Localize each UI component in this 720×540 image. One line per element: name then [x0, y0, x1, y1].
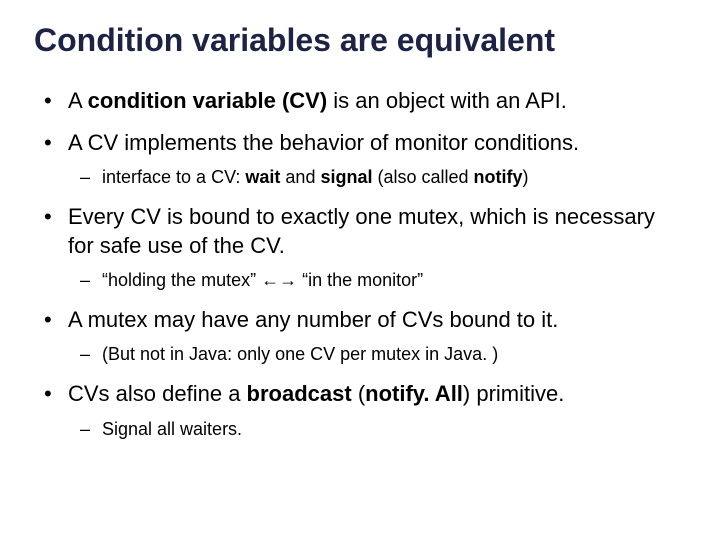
- text: is an object with an API.: [327, 88, 567, 113]
- text: A mutex may have any number of CVs bound…: [68, 307, 558, 332]
- text-bold: broadcast: [247, 381, 352, 406]
- text-bold: condition variable (CV): [88, 88, 328, 113]
- text-bold: notify. All: [365, 381, 463, 406]
- sub-item: “holding the mutex” ←→ “in the monitor”: [68, 268, 686, 292]
- text: (: [352, 381, 365, 406]
- bullet-item: CVs also define a broadcast (notify. All…: [34, 380, 686, 440]
- sub-item: (But not in Java: only one CV per mutex …: [68, 342, 686, 366]
- bullet-item: A condition variable (CV) is an object w…: [34, 87, 686, 115]
- sub-list: (But not in Java: only one CV per mutex …: [68, 342, 686, 366]
- text: ): [523, 167, 529, 187]
- text: ) primitive.: [463, 381, 564, 406]
- text-bold: wait: [245, 167, 280, 187]
- text: “holding the mutex” ←→ “in the monitor”: [102, 270, 423, 290]
- sub-item: Signal all waiters.: [68, 417, 686, 441]
- text: (also called: [372, 167, 473, 187]
- text: interface to a CV:: [102, 167, 245, 187]
- text: A CV implements the behavior of monitor …: [68, 130, 579, 155]
- slide-title: Condition variables are equivalent: [34, 22, 686, 59]
- text: and: [280, 167, 320, 187]
- sub-item: interface to a CV: wait and signal (also…: [68, 165, 686, 189]
- text: (But not in Java: only one CV per mutex …: [102, 344, 498, 364]
- text-bold: notify: [474, 167, 523, 187]
- text-bold: signal: [320, 167, 372, 187]
- bullet-item: A mutex may have any number of CVs bound…: [34, 306, 686, 366]
- slide: Condition variables are equivalent A con…: [0, 0, 720, 540]
- text: Signal all waiters.: [102, 419, 242, 439]
- text: A: [68, 88, 88, 113]
- text: CVs also define a: [68, 381, 247, 406]
- sub-list: Signal all waiters.: [68, 417, 686, 441]
- bullet-item: A CV implements the behavior of monitor …: [34, 129, 686, 189]
- sub-list: interface to a CV: wait and signal (also…: [68, 165, 686, 189]
- bullet-item: Every CV is bound to exactly one mutex, …: [34, 203, 686, 292]
- bullet-list: A condition variable (CV) is an object w…: [34, 87, 686, 441]
- text: Every CV is bound to exactly one mutex, …: [68, 204, 655, 257]
- sub-list: “holding the mutex” ←→ “in the monitor”: [68, 268, 686, 292]
